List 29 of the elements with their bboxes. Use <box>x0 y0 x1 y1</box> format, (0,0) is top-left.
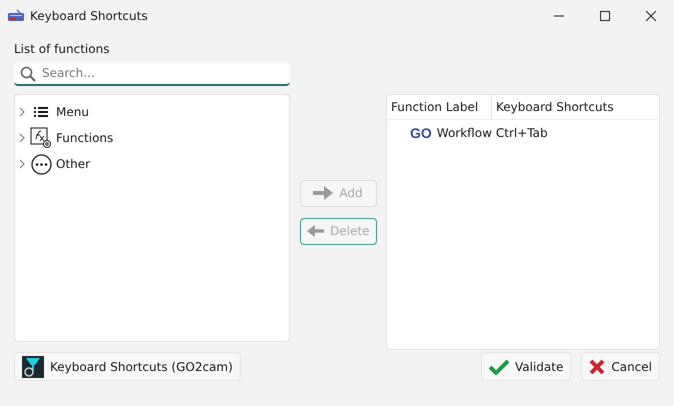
column-header[interactable]: Keyboard Shortcuts <box>492 95 614 119</box>
search-icon <box>20 66 36 82</box>
caret-right-icon[interactable] <box>18 107 26 117</box>
table-cell: Workflow <box>436 126 492 140</box>
tree-item[interactable]: Functions <box>56 131 114 145</box>
caret-right-icon[interactable] <box>18 159 26 169</box>
validate-button[interactable]: Validate <box>480 352 572 381</box>
checkmark-icon <box>488 358 509 374</box>
app-shortcuts-button[interactable]: Keyboard Shortcuts (GO2cam) <box>14 352 241 381</box>
search-field[interactable]: Search... <box>14 62 290 86</box>
caret-right-icon[interactable] <box>18 133 26 143</box>
list-icon <box>34 106 48 118</box>
arrow-left-icon <box>306 224 324 238</box>
cancel-button[interactable]: Cancel <box>581 352 660 381</box>
function-gear-icon <box>30 127 52 149</box>
window-title: Keyboard Shortcuts <box>30 9 148 23</box>
close-icon[interactable] <box>646 11 656 21</box>
close-icon <box>589 358 606 374</box>
arrow-right-icon <box>313 186 334 200</box>
section-label: List of functions <box>14 42 110 56</box>
tree-item[interactable]: Menu <box>56 105 89 119</box>
tree-item[interactable]: Other <box>56 157 90 171</box>
keyboard-icon <box>8 9 24 23</box>
maximize-icon[interactable] <box>600 11 610 21</box>
more-icon <box>30 154 52 174</box>
column-header[interactable]: Function Label <box>387 95 492 119</box>
logo-icon: GO <box>410 125 432 141</box>
app-icon <box>22 356 44 378</box>
table-cell: Ctrl+Tab <box>496 126 548 140</box>
